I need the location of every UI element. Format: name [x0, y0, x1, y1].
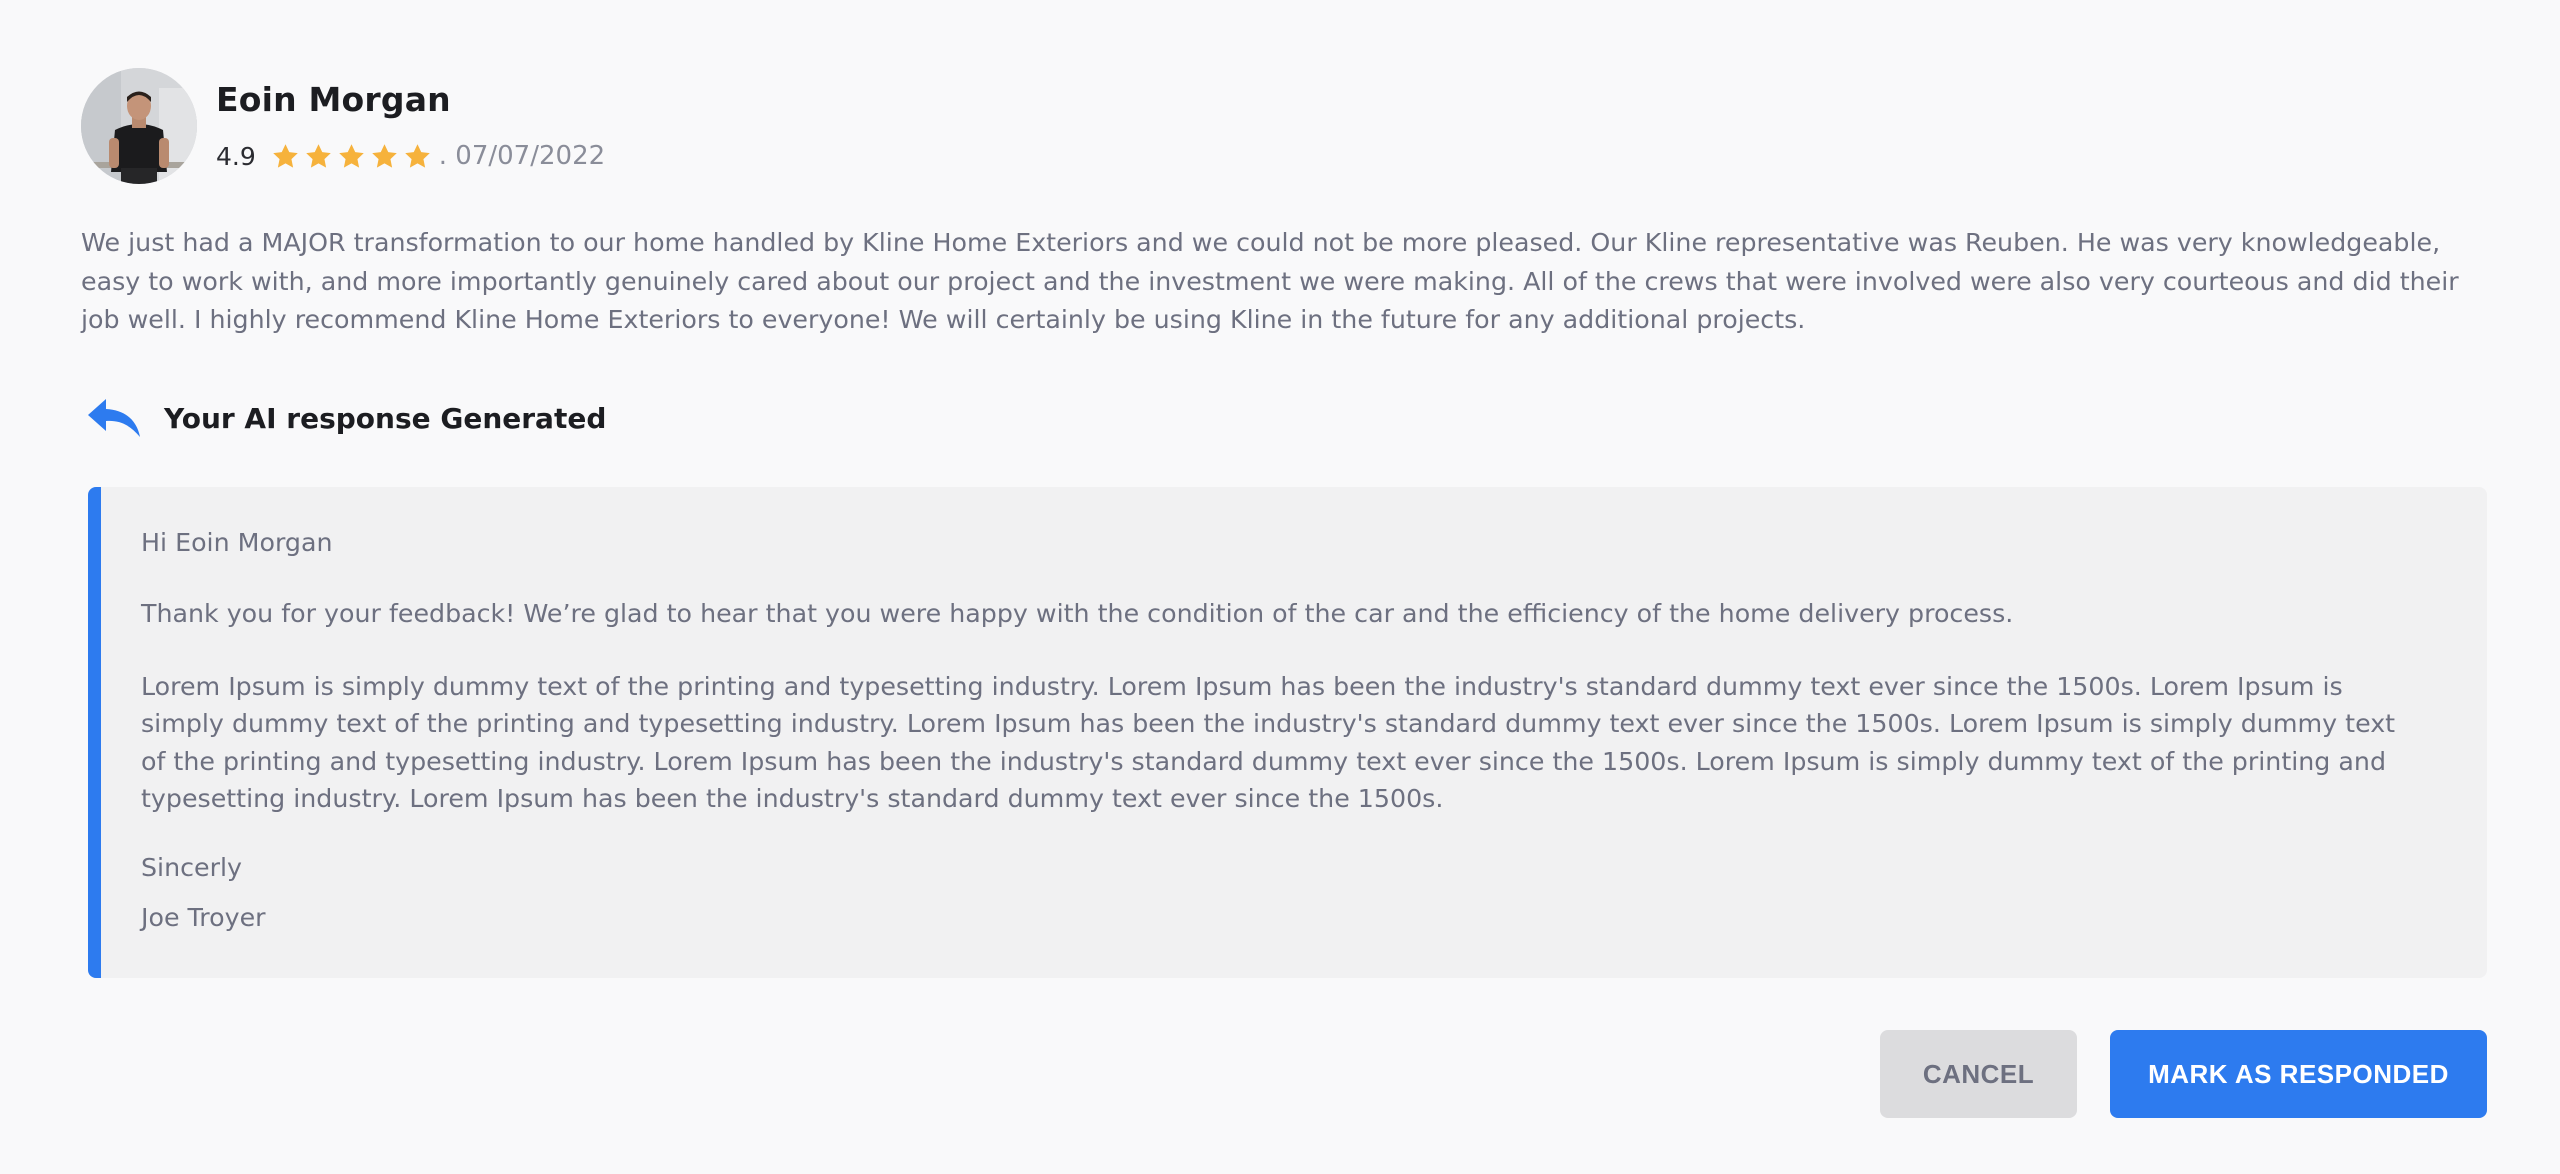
ai-response-header: Your AI response Generated — [86, 392, 606, 444]
response-signature: Joe Troyer — [141, 903, 266, 932]
response-thanks: Thank you for your feedback! We’re glad … — [141, 599, 2014, 628]
review-meta: 4.9 . 07/07/2022 — [216, 138, 605, 174]
response-greeting: Hi Eoin Morgan — [141, 528, 333, 557]
rating-value: 4.9 — [216, 141, 256, 171]
response-body: Lorem Ipsum is simply dummy text of the … — [141, 672, 2396, 813]
star-icon — [404, 143, 430, 168]
response-closing: Sincerly — [141, 853, 242, 882]
accent-bar — [88, 487, 101, 978]
star-icon — [272, 143, 298, 168]
star-rating — [270, 141, 435, 172]
mark-as-responded-button[interactable]: MARK AS RESPONDED — [2110, 1030, 2487, 1118]
avatar-photo-icon — [81, 68, 197, 184]
star-icon — [371, 143, 397, 168]
cancel-button[interactable]: CANCEL — [1880, 1030, 2077, 1118]
review-response-page: Eoin Morgan 4.9 . 07/07/2022 We just had… — [0, 0, 2560, 1174]
review-text: We just had a MAJOR transformation to ou… — [81, 228, 2459, 334]
ai-response-panel: Hi Eoin Morgan Thank you for your feedba… — [88, 487, 2487, 978]
review-date: . 07/07/2022 — [438, 141, 606, 171]
reviewer-name: Eoin Morgan — [216, 80, 451, 119]
ai-response-title: Your AI response Generated — [164, 401, 607, 435]
star-icon — [305, 143, 331, 168]
star-icon — [338, 143, 364, 168]
avatar — [81, 68, 197, 184]
reply-icon — [88, 399, 140, 437]
